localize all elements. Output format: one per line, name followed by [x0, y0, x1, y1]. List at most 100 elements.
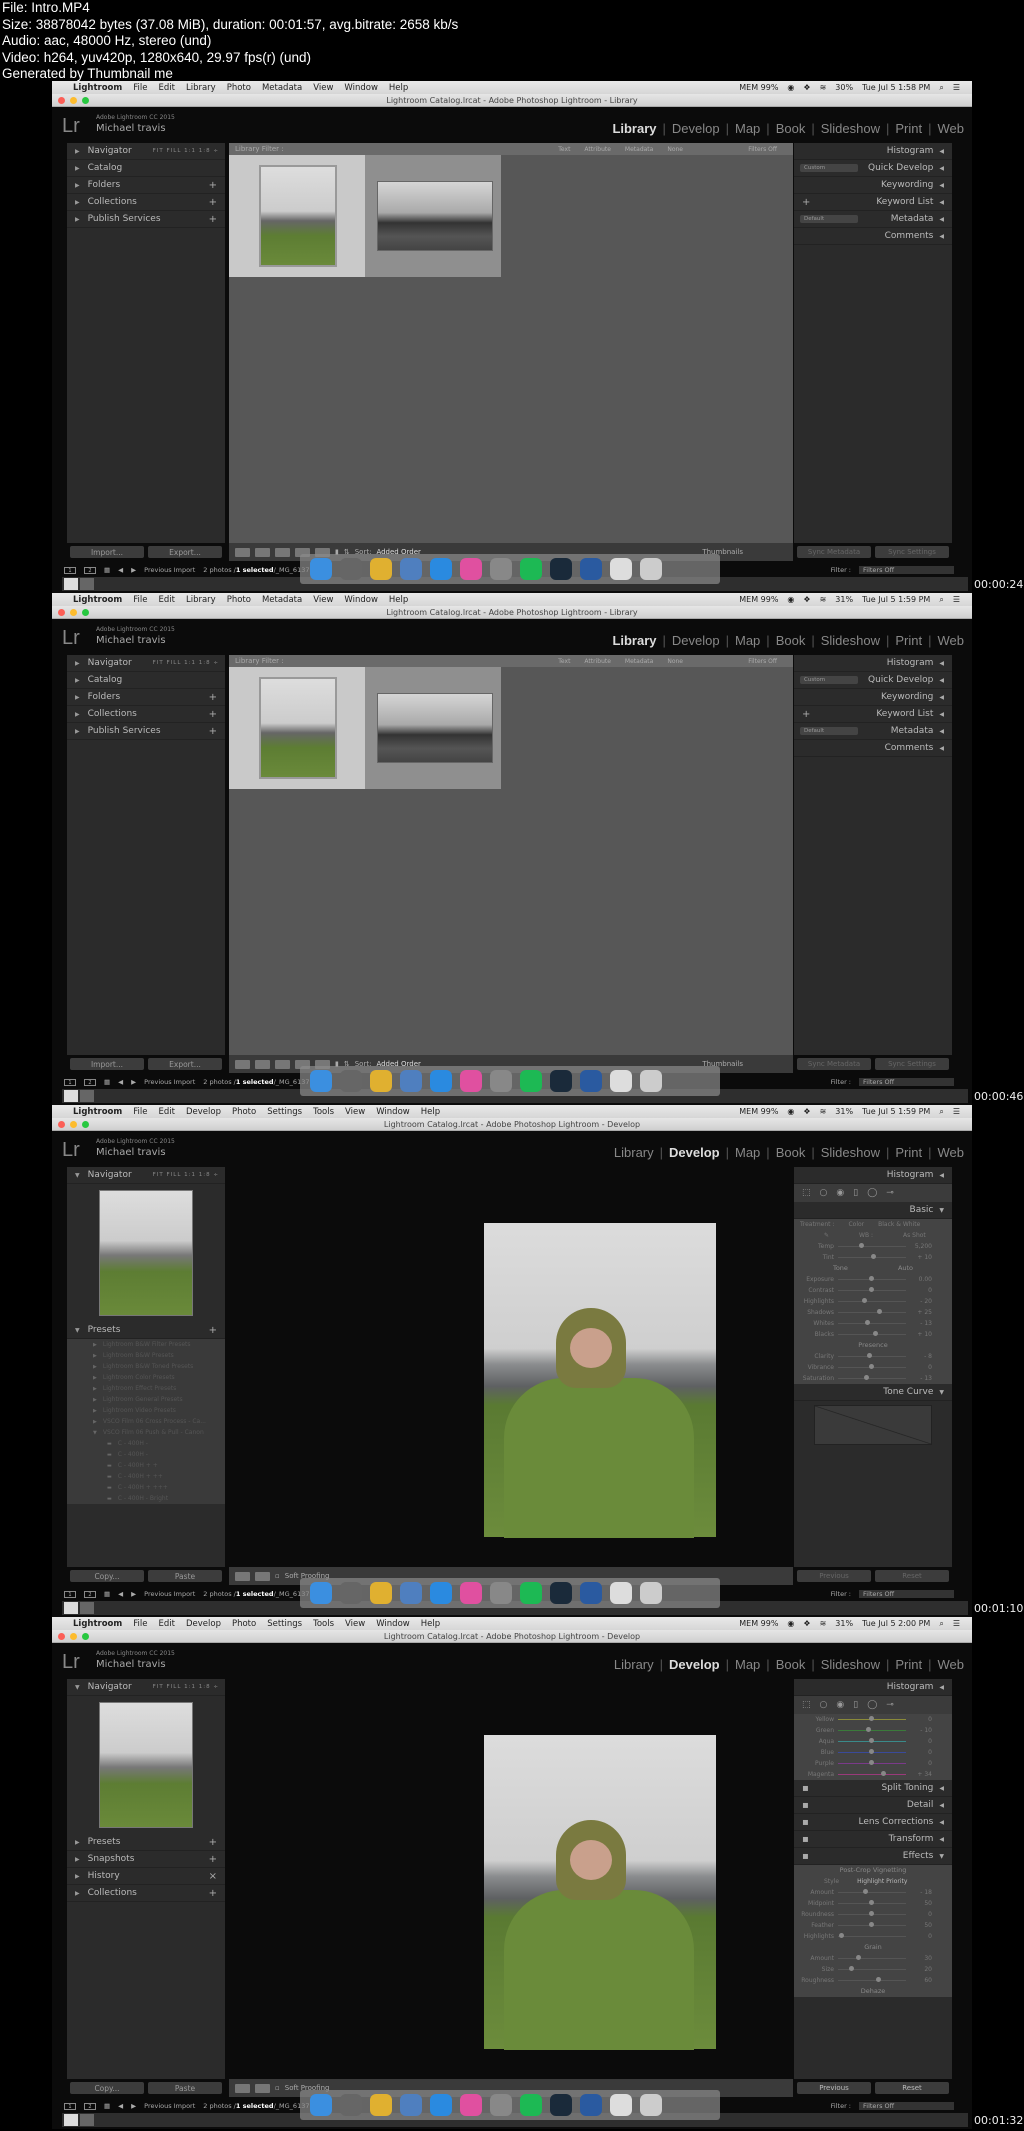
module-map[interactable]: Map	[735, 1145, 760, 1160]
slider-track[interactable]	[838, 1254, 906, 1259]
panel-transform[interactable]: ▪ Transform ◀	[794, 1831, 952, 1848]
thumbnail-portrait[interactable]	[259, 165, 337, 267]
itunes-icon[interactable]	[460, 1582, 482, 1604]
panel-navigator[interactable]: ▼ Navigator FIT FILL 1:1 1:8 ÷	[67, 1679, 225, 1696]
preset-folder[interactable]: ▶ Lightroom B&W Presets	[67, 1350, 225, 1361]
second-window-button[interactable]: 2	[84, 1590, 96, 1598]
slider-thumb[interactable]	[863, 1889, 869, 1894]
grid-icon[interactable]: ▦	[104, 566, 110, 574]
main-photo[interactable]	[484, 1735, 716, 2050]
tone-curve-graph[interactable]	[814, 1405, 932, 1445]
preset-folder[interactable]: ▶ Lightroom B&W Filter Presets	[67, 1339, 225, 1350]
slider-thumb[interactable]	[862, 1298, 868, 1303]
menu-lightroom[interactable]: Lightroom	[73, 1619, 122, 1629]
chrome-icon[interactable]	[370, 1070, 392, 1092]
menu-file[interactable]: File	[133, 83, 147, 93]
module-web[interactable]: Web	[938, 1657, 965, 1672]
slider-thumb[interactable]	[869, 1364, 875, 1369]
slider-track[interactable]	[838, 1966, 906, 1971]
spot-removal-icon[interactable]: ○	[820, 1700, 828, 1710]
slider-track[interactable]	[838, 1375, 906, 1380]
menu-photo[interactable]: Photo	[232, 1619, 256, 1629]
system-preferences-icon[interactable]	[490, 1582, 512, 1604]
filmstrip-source[interactable]: Previous Import	[144, 566, 195, 574]
panel-preset-select[interactable]: Custom	[800, 676, 858, 684]
panel-basic[interactable]: Basic ▼	[794, 1202, 952, 1219]
menu-metadata[interactable]: Metadata	[262, 83, 302, 93]
vignette-style-select[interactable]: Highlight Priority	[857, 1878, 907, 1885]
notification-center-icon[interactable]: ☰	[953, 595, 960, 604]
slider-highlights[interactable]: Highlights 0	[794, 1931, 952, 1942]
filmstrip-thumb[interactable]	[80, 1090, 94, 1102]
panel-keyword-list[interactable]: + Keyword List ◀	[794, 194, 952, 211]
menu-help[interactable]: Help	[421, 1619, 440, 1629]
menu-photo[interactable]: Photo	[227, 595, 251, 605]
slider-thumb[interactable]	[869, 1287, 875, 1292]
panel-history[interactable]: ▶ History ×	[67, 1868, 225, 1885]
preset-folder[interactable]: ▶ VSCO Film 06 Cross Process - Ca...	[67, 1416, 225, 1427]
filter-select[interactable]: Filters Off	[859, 2102, 954, 2110]
add-icon[interactable]: +	[209, 214, 217, 225]
app-store-icon[interactable]	[430, 558, 452, 580]
panel-comments[interactable]: Comments ◀	[794, 740, 952, 757]
panel-catalog[interactable]: ▶ Catalog	[67, 160, 225, 177]
filter-select[interactable]: Filters Off	[859, 1590, 954, 1598]
compare-view-icon[interactable]	[275, 547, 290, 557]
wb-eyedropper-icon[interactable]: ✎	[824, 1232, 829, 1239]
menu-tools[interactable]: Tools	[313, 1107, 334, 1117]
itunes-icon[interactable]	[460, 558, 482, 580]
grid-cell-selected[interactable]	[229, 667, 365, 789]
notification-center-icon[interactable]: ☰	[953, 1107, 960, 1116]
module-web[interactable]: Web	[938, 633, 965, 648]
menu-library[interactable]: Library	[186, 83, 216, 93]
slider-thumb[interactable]	[869, 1749, 875, 1754]
expand-triangle-icon[interactable]: ▶	[75, 694, 80, 701]
second-window-button[interactable]: 2	[84, 1078, 96, 1086]
module-print[interactable]: Print	[895, 633, 922, 648]
lightroom-icon[interactable]	[550, 558, 572, 580]
zoom-window-button[interactable]	[82, 1121, 89, 1128]
panel-action-icon[interactable]: +	[209, 1837, 217, 1848]
sync-metadata-button[interactable]: Sync Metadata	[797, 546, 871, 558]
menu-tools[interactable]: Tools	[313, 1619, 334, 1629]
menu-help[interactable]: Help	[389, 595, 408, 605]
slider-track[interactable]	[838, 1771, 906, 1776]
module-slideshow[interactable]: Slideshow	[821, 1657, 880, 1672]
slider-track[interactable]	[838, 1298, 906, 1303]
menu-library[interactable]: Library	[186, 595, 216, 605]
slider-track[interactable]	[838, 1977, 906, 1982]
panel-histogram[interactable]: Histogram ◀	[794, 655, 952, 672]
soft-proofing-checkbox[interactable]: ▫	[275, 1572, 280, 1580]
slider-thumb[interactable]	[876, 1977, 882, 1982]
forward-arrow-icon[interactable]: ▶	[131, 566, 136, 574]
panel-comments[interactable]: Comments ◀	[794, 228, 952, 245]
panel-detail[interactable]: ▪ Detail ◀	[794, 1797, 952, 1814]
minimize-window-button[interactable]	[70, 1633, 77, 1640]
expand-triangle-icon[interactable]: ▼	[939, 1389, 944, 1396]
grid-view-icon[interactable]	[235, 547, 250, 557]
module-library[interactable]: Library	[612, 633, 656, 648]
slider-thumb[interactable]	[838, 1933, 844, 1938]
panel-folders[interactable]: ▶ Folders +	[67, 689, 225, 706]
menu-window[interactable]: Window	[376, 1107, 410, 1117]
minimize-window-button[interactable]	[70, 1121, 77, 1128]
panel-metadata[interactable]: Default Metadata ◀	[794, 723, 952, 740]
slider-track[interactable]	[838, 1911, 906, 1916]
panel-presets[interactable]: ▼ Presets +	[67, 1322, 225, 1339]
panel-keyword-list[interactable]: + Keyword List ◀	[794, 706, 952, 723]
adjustment-brush-icon[interactable]: ⊸	[886, 1700, 894, 1710]
slider-saturation[interactable]: Saturation - 13	[794, 1373, 952, 1384]
slider-track[interactable]	[838, 1320, 906, 1325]
forward-arrow-icon[interactable]: ▶	[131, 1590, 136, 1598]
filter-option-none[interactable]: None	[667, 658, 683, 665]
panel-switch-icon[interactable]: ▪	[802, 1800, 809, 1811]
preset-folder[interactable]: ▶ Lightroom General Presets	[67, 1394, 225, 1405]
slider-blacks[interactable]: Blacks + 10	[794, 1329, 952, 1340]
collapse-triangle-icon[interactable]: ◀	[939, 728, 944, 735]
slider-thumb[interactable]	[869, 1911, 875, 1916]
slider-whites[interactable]: Whites - 13	[794, 1318, 952, 1329]
treatment-color[interactable]: Color	[848, 1221, 864, 1228]
import-button[interactable]: Import...	[70, 1058, 144, 1070]
add-icon[interactable]: +	[209, 726, 217, 737]
module-library[interactable]: Library	[612, 121, 656, 136]
